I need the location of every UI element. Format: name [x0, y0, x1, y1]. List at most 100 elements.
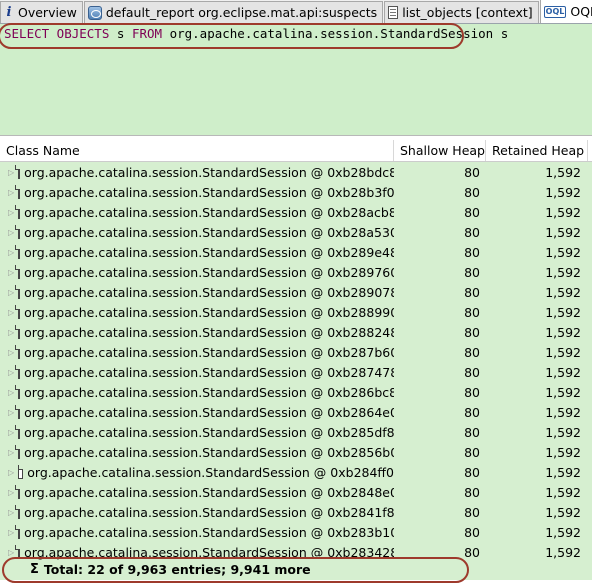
tab-overview[interactable]: i Overview — [0, 1, 83, 23]
object-icon — [15, 205, 21, 219]
expand-arrow-icon[interactable]: ▷ — [8, 208, 14, 217]
table-row[interactable]: ▷ org.apache.catalina.session.StandardSes… — [0, 202, 592, 222]
object-icon — [15, 265, 21, 279]
table-row[interactable]: ▷ org.apache.catalina.session.StandardSes… — [0, 442, 592, 462]
column-header-retained-heap[interactable]: Retained Heap — [486, 140, 588, 161]
total-label: Total: 22 of 9,963 entries; 9,941 more — [43, 562, 311, 577]
expand-arrow-icon[interactable]: ▷ — [8, 408, 14, 417]
retained-heap-cell: 1,592 — [545, 384, 581, 400]
class-name-cell: ▷ org.apache.catalina.session.StandardSes… — [0, 365, 394, 380]
tab-label: Overview — [18, 5, 77, 20]
class-name-cell: ▷ org.apache.catalina.session.StandardSes… — [0, 485, 394, 500]
retained-heap-cell: 1,592 — [545, 504, 581, 520]
expand-arrow-icon[interactable]: ▷ — [8, 268, 14, 277]
class-name-cell: ▷ org.apache.catalina.session.StandardSes… — [0, 245, 394, 260]
expand-arrow-icon[interactable]: ▷ — [8, 548, 14, 557]
expand-arrow-icon[interactable]: ▷ — [8, 188, 14, 197]
tab-label: list_objects [context] — [402, 5, 533, 20]
oql-query-editor[interactable]: SELECT OBJECTS s FROM org.apache.catalin… — [0, 24, 592, 136]
expand-arrow-icon[interactable]: ▷ — [8, 248, 14, 257]
expand-arrow-icon[interactable]: ▷ — [8, 488, 14, 497]
shallow-heap-cell: 80 — [464, 264, 480, 280]
table-row[interactable]: ▷ org.apache.catalina.session.StandardSes… — [0, 262, 592, 282]
retained-heap-cell: 1,592 — [545, 484, 581, 500]
shallow-heap-cell: 80 — [464, 544, 480, 560]
table-row[interactable]: ▷ org.apache.catalina.session.StandardSes… — [0, 522, 592, 542]
object-icon — [15, 225, 21, 239]
column-header-class-name[interactable]: Class Name — [0, 140, 394, 161]
object-name: org.apache.catalina.session.StandardSess… — [24, 224, 394, 240]
object-icon — [15, 285, 21, 299]
expand-arrow-icon[interactable]: ▷ — [8, 368, 14, 377]
table-row[interactable]: ▷ org.apache.catalina.session.StandardSes… — [0, 322, 592, 342]
object-name: org.apache.catalina.session.StandardSess… — [24, 184, 394, 200]
table-row[interactable]: ▷ org.apache.catalina.session.StandardSes… — [0, 482, 592, 502]
expand-arrow-icon[interactable]: ▷ — [8, 508, 14, 517]
table-row[interactable]: ▷ org.apache.catalina.session.StandardSes… — [0, 382, 592, 402]
object-icon — [15, 485, 21, 499]
shallow-heap-cell: 80 — [464, 224, 480, 240]
retained-heap-cell: 1,592 — [545, 364, 581, 380]
table-row[interactable]: ▷ org.apache.catalina.session.StandardSes… — [0, 182, 592, 202]
retained-heap-cell: 1,592 — [545, 464, 581, 480]
retained-heap-cell: 1,592 — [545, 304, 581, 320]
object-icon — [15, 345, 21, 359]
table-row[interactable]: ▷ org.apache.catalina.session.StandardSes… — [0, 222, 592, 242]
shallow-heap-cell: 80 — [464, 404, 480, 420]
expand-arrow-icon[interactable]: ▷ — [8, 228, 14, 237]
table-row[interactable]: ▷ org.apache.catalina.session.StandardSes… — [0, 422, 592, 442]
shallow-heap-cell: 80 — [464, 304, 480, 320]
object-name: org.apache.catalina.session.StandardSess… — [24, 324, 394, 340]
shallow-heap-cell: 80 — [464, 524, 480, 540]
expand-arrow-icon[interactable]: ▷ — [8, 388, 14, 397]
retained-heap-cell: 1,592 — [545, 344, 581, 360]
total-row[interactable]: Σ Total: 22 of 9,963 entries; 9,941 more — [0, 559, 592, 580]
object-icon — [15, 325, 21, 339]
expand-arrow-icon[interactable]: ▷ — [8, 168, 14, 177]
table-header: Class Name Shallow Heap Retained Heap — [0, 140, 592, 162]
object-name: org.apache.catalina.session.StandardSess… — [24, 284, 394, 300]
sum-icon: Σ — [30, 562, 39, 577]
table-row[interactable]: ▷ org.apache.catalina.session.StandardSes… — [0, 362, 592, 382]
table-row[interactable]: ▷ org.apache.catalina.session.StandardSes… — [0, 462, 592, 482]
editor-tab-bar: i Overview default_report org.eclipse.ma… — [0, 0, 592, 24]
shallow-heap-cell: 80 — [464, 244, 480, 260]
column-header-shallow-heap[interactable]: Shallow Heap — [394, 140, 486, 161]
tab-oql[interactable]: OQL OQL ⊠ — [539, 0, 592, 23]
object-name: org.apache.catalina.session.StandardSess… — [24, 424, 394, 440]
class-name-cell: ▷ org.apache.catalina.session.StandardSes… — [0, 465, 394, 480]
object-icon — [15, 165, 21, 179]
object-name: org.apache.catalina.session.StandardSess… — [24, 244, 394, 260]
class-name-cell: ▷ org.apache.catalina.session.StandardSes… — [0, 225, 394, 240]
expand-arrow-icon[interactable]: ▷ — [8, 348, 14, 357]
expand-arrow-icon[interactable]: ▷ — [8, 308, 14, 317]
class-name-cell: ▷ org.apache.catalina.session.StandardSes… — [0, 545, 394, 560]
expand-arrow-icon[interactable]: ▷ — [8, 528, 14, 537]
expand-arrow-icon[interactable]: ▷ — [8, 328, 14, 337]
table-row[interactable]: ▷ org.apache.catalina.session.StandardSes… — [0, 162, 592, 182]
table-row[interactable]: ▷ org.apache.catalina.session.StandardSes… — [0, 302, 592, 322]
class-name-cell: ▷ org.apache.catalina.session.StandardSes… — [0, 265, 394, 280]
table-row[interactable]: ▷ org.apache.catalina.session.StandardSes… — [0, 402, 592, 422]
table-row[interactable]: ▷ org.apache.catalina.session.StandardSes… — [0, 242, 592, 262]
table-row[interactable]: ▷ org.apache.catalina.session.StandardSes… — [0, 342, 592, 362]
expand-arrow-icon[interactable]: ▷ — [8, 288, 14, 297]
tab-list-objects[interactable]: list_objects [context] — [384, 1, 539, 23]
query-keyword-from: FROM — [131, 26, 163, 41]
tab-label: default_report org.eclipse.mat.api:suspe… — [105, 5, 378, 20]
retained-heap-cell: 1,592 — [545, 444, 581, 460]
retained-heap-cell: 1,592 — [545, 424, 581, 440]
object-name: org.apache.catalina.session.StandardSess… — [24, 204, 394, 220]
expand-arrow-icon[interactable]: ▷ — [8, 448, 14, 457]
shallow-heap-cell: 80 — [464, 364, 480, 380]
object-icon — [15, 245, 21, 259]
tab-default-report[interactable]: default_report org.eclipse.mat.api:suspe… — [83, 1, 384, 23]
table-row[interactable]: ▷ org.apache.catalina.session.StandardSes… — [0, 282, 592, 302]
table-row[interactable]: ▷ org.apache.catalina.session.StandardSes… — [0, 502, 592, 522]
shallow-heap-cell: 80 — [464, 504, 480, 520]
info-icon: i — [6, 5, 12, 20]
expand-arrow-icon[interactable]: ▷ — [8, 468, 14, 477]
object-name: org.apache.catalina.session.StandardSess… — [27, 464, 394, 480]
expand-arrow-icon[interactable]: ▷ — [8, 428, 14, 437]
object-name: org.apache.catalina.session.StandardSess… — [24, 404, 394, 420]
